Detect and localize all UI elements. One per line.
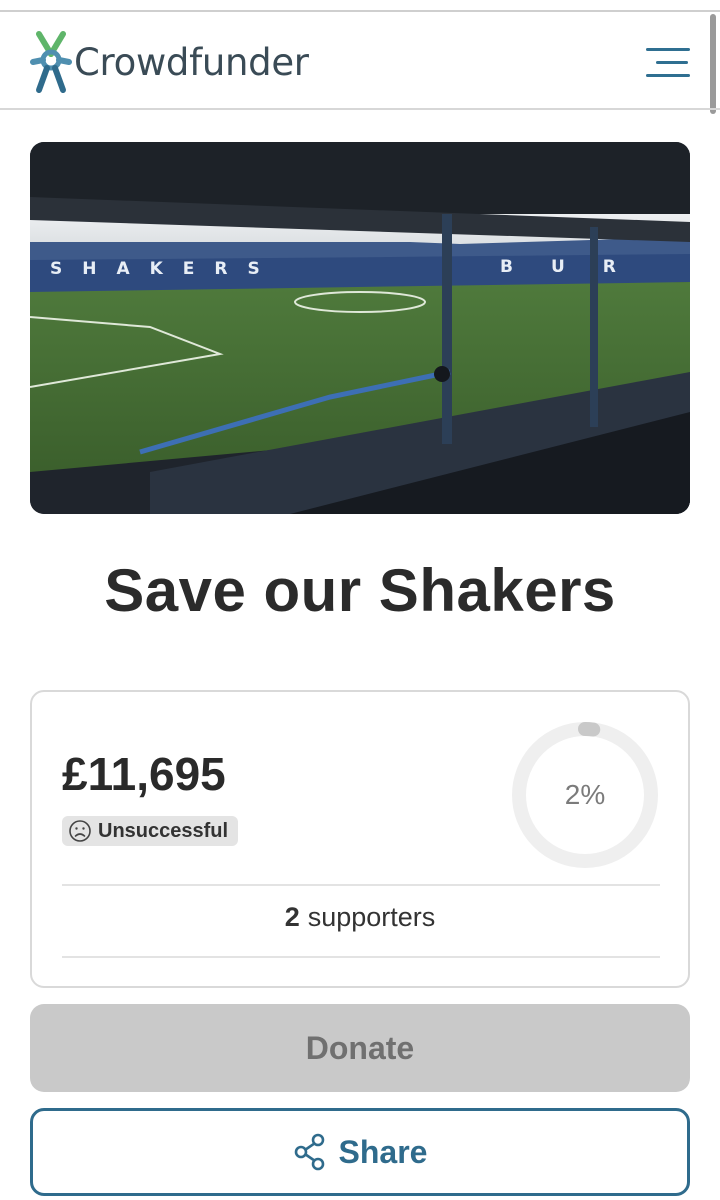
funding-summary-card: £11,695 Unsuccessful 2% 2 supporters	[30, 690, 690, 988]
status-badge: Unsuccessful	[62, 816, 239, 846]
crowdfunder-person-icon	[30, 31, 72, 93]
crowdfunder-logo[interactable]: Crowdfunder	[30, 30, 309, 94]
share-nodes-icon	[294, 1133, 324, 1171]
donate-button[interactable]: Donate	[30, 1004, 690, 1092]
stand-lettering-left: SHAKERS	[50, 259, 280, 279]
supporters-label: supporters	[307, 902, 436, 932]
supporters-count: 2 supporters	[32, 902, 688, 933]
hamburger-menu-icon[interactable]	[644, 46, 692, 80]
progress-percentage: 2%	[564, 779, 606, 810]
campaign-hero-image: SHAKERS BUR	[30, 142, 690, 514]
site-header: Crowdfunder	[0, 12, 720, 110]
status-label: Unsuccessful	[98, 819, 229, 842]
share-label: Share	[338, 1133, 428, 1170]
divider	[62, 956, 660, 958]
logo-text: Crowdfunder	[74, 40, 309, 84]
sad-face-icon	[69, 820, 91, 842]
divider	[62, 884, 660, 886]
campaign-title: Save our Shakers	[104, 557, 616, 624]
share-button[interactable]: Share	[30, 1108, 690, 1196]
amount-raised: £11,695	[62, 748, 226, 800]
supporters-number: 2	[284, 902, 300, 932]
stand-lettering-right: BUR	[500, 257, 654, 277]
